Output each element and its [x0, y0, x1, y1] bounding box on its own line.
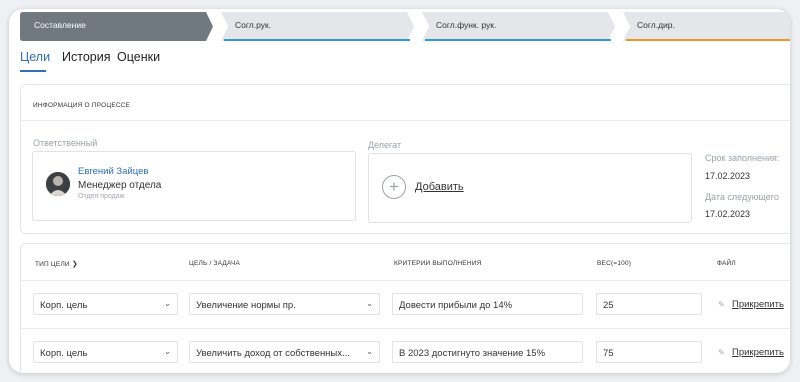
header-divider [20, 280, 790, 281]
next-date-label: Дата следующего [705, 192, 779, 202]
goal-select[interactable]: Увеличить доход от собственных... ⌄ [189, 341, 380, 363]
stage-functional-approval[interactable]: Согл.функ. рук. [422, 12, 615, 41]
person-photo-icon [46, 172, 70, 196]
stage-director-approval[interactable]: Согл.дир. [623, 12, 790, 41]
weight-input[interactable]: 25 [596, 293, 702, 315]
responsible-role: Менеджер отдела [78, 180, 162, 191]
goal-value: Увеличение нормы пр. [196, 300, 296, 311]
active-tab-indicator [20, 70, 46, 72]
stage-manager-approval[interactable]: Согл.рук. [221, 12, 414, 41]
add-delegate-link[interactable]: Добавить [415, 181, 464, 193]
deadline-label: Срок заполнения: [705, 153, 780, 163]
delegate-label: Делегат [368, 140, 402, 150]
attach-link[interactable]: Прикрепить [732, 347, 784, 358]
attach-link[interactable]: Прикрепить [732, 299, 784, 310]
app-frame: Составление Согл.рук. Согл.функ. рук. Со… [9, 9, 790, 373]
chevron-down-icon: ⌄ [164, 347, 171, 356]
stage-label: Составление [34, 20, 86, 30]
col-header-file: ФАЙЛ [717, 260, 736, 267]
row-divider [20, 328, 790, 329]
stage-drafting[interactable]: Составление [20, 12, 213, 41]
chevron-down-icon: ❯ [71, 261, 78, 268]
goal-type-select[interactable]: Корп. цель ⌄ [33, 341, 178, 363]
col-header-weight: ВЕС(=100) [597, 260, 632, 267]
paperclip-icon: ✎ [718, 348, 725, 357]
chevron-down-icon: ⌄ [366, 299, 373, 308]
weight-input[interactable]: 75 [596, 341, 702, 363]
responsible-name[interactable]: Евгений Зайцев [78, 166, 148, 177]
tab-ratings[interactable]: Оценки [117, 50, 160, 64]
stage-label: Согл.дир. [637, 20, 675, 30]
goal-type-value: Корп. цель [40, 348, 88, 359]
chevron-down-icon: ⌄ [366, 347, 373, 356]
goal-value: Увеличить доход от собственных... [196, 348, 350, 359]
responsible-dept: Отдел продаж [78, 193, 125, 200]
section-divider [20, 120, 790, 121]
responsible-label: Ответственный [33, 138, 98, 148]
col-header-type[interactable]: ТИП ЦЕЛИ ❯ [35, 260, 78, 268]
next-date-value: 17.02.2023 [705, 209, 751, 219]
stage-label: Согл.функ. рук. [436, 20, 497, 30]
deadline-value: 17.02.2023 [705, 171, 751, 181]
col-header-goal: ЦЕЛЬ / ЗАДАЧА [189, 260, 241, 267]
goal-select[interactable]: Увеличение нормы пр. ⌄ [189, 293, 380, 315]
stage-label: Согл.рук. [235, 20, 272, 30]
col-header-criteria: КРИТЕРИИ ВЫПОЛНЕНИЯ [394, 260, 482, 267]
process-info-title: ИНФОРМАЦИЯ О ПРОЦЕССЕ [33, 102, 131, 109]
col-header-type-label: ТИП ЦЕЛИ [35, 261, 70, 268]
paperclip-icon: ✎ [718, 300, 725, 309]
goal-type-select[interactable]: Корп. цель ⌄ [33, 293, 178, 315]
avatar [46, 172, 70, 196]
add-circle-icon[interactable]: + [382, 175, 406, 199]
tab-goals[interactable]: Цели [20, 50, 50, 64]
goal-type-value: Корп. цель [40, 300, 88, 311]
chevron-down-icon: ⌄ [164, 299, 171, 308]
tab-history[interactable]: История [62, 50, 110, 64]
criteria-input[interactable]: В 2023 достигнуто значение 15% [392, 341, 583, 363]
criteria-input[interactable]: Довести прибыли до 14% [392, 293, 583, 315]
